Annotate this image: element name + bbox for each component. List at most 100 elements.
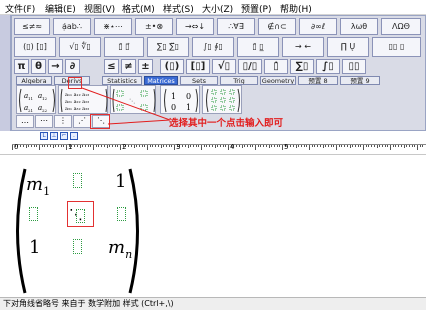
ruler-tick: [90, 145, 92, 147]
ruler-tick: [174, 145, 175, 150]
ruler-tick: [327, 145, 329, 147]
ruler-tick: [373, 145, 375, 147]
placeholder-r2c1[interactable]: [29, 207, 38, 221]
ruler-tick: [306, 145, 308, 147]
ruler-tick: [290, 145, 292, 147]
ruler-tick: [422, 145, 424, 147]
ruler-tick: [344, 145, 346, 147]
ruler-tick: [28, 145, 30, 147]
ruler-tick: [292, 145, 294, 147]
ruler-tick: [57, 145, 59, 147]
ruler-tick: [114, 145, 116, 147]
ruler-tick: [392, 145, 394, 147]
ruler-tick: [387, 145, 389, 147]
ruler-tick: [155, 145, 157, 147]
ruler-tick: [203, 145, 205, 147]
ruler-tick: [249, 145, 251, 147]
tab-stop-center-icon[interactable]: ⊥: [50, 132, 58, 140]
tab-stop-decimal-icon[interactable]: .: [70, 132, 78, 140]
ruler-tick: [55, 145, 57, 147]
ruler-tick: [268, 145, 270, 148]
ruler-number: 0: [14, 143, 19, 151]
annotation-text: 选择其中一个点击输入即可: [169, 118, 284, 129]
ruler-tick: [160, 145, 162, 148]
ruler-tick: [187, 145, 189, 148]
ruler-tick: [74, 145, 76, 147]
equation-editor[interactable]: m1 1 ⋱ 1 mn: [0, 155, 426, 297]
ruler-tick: [408, 145, 410, 147]
ruler-tick: [117, 145, 119, 147]
ruler-tick: [133, 145, 135, 148]
ruler-tick: [403, 145, 405, 148]
ruler-tick: [79, 145, 81, 148]
placeholder-r3c2[interactable]: [73, 239, 82, 254]
ruler-number: 1: [68, 143, 73, 151]
ruler-tick: [352, 145, 354, 147]
ruler-tick: [376, 145, 378, 148]
ruler[interactable]: 0 1 2 3 4 5: [12, 143, 426, 154]
ruler-tick: [252, 145, 254, 147]
ruler-tick: [265, 145, 267, 147]
ruler-tick: [330, 145, 332, 147]
ruler-tick: [171, 145, 173, 147]
ruler-tick: [192, 145, 194, 147]
ruler-number: 3: [176, 143, 181, 151]
ruler-tick: [109, 145, 111, 147]
ruler-tick: [211, 145, 213, 147]
ruler-tick: [168, 145, 170, 147]
ruler-tick: [44, 145, 46, 147]
ruler-tick: [201, 145, 202, 150]
ruler-tick: [66, 145, 67, 150]
ruler-tick: [309, 145, 310, 150]
ruler-tick: [368, 145, 370, 147]
ruler-tick: [411, 145, 413, 147]
ruler-tick: [263, 145, 265, 147]
ruler-tick: [276, 145, 278, 147]
ruler-tick: [128, 145, 130, 147]
ruler-tick: [84, 145, 86, 147]
ruler-tick: [238, 145, 240, 147]
ruler-tick: [98, 145, 100, 147]
ruler-tick: [303, 145, 305, 147]
ruler-tick: [341, 145, 343, 147]
status-bar: 下对角线省略号 来自于 数学附加 样式 (Ctrl+,\): [0, 297, 426, 310]
m1-base: m: [26, 174, 44, 195]
ruler-tick: [184, 145, 186, 147]
ruler-tick: [60, 145, 62, 147]
ruler-tick: [279, 145, 281, 147]
ruler-tick: [338, 145, 340, 147]
ruler-tick: [360, 145, 362, 147]
ruler-tick: [295, 145, 297, 148]
placeholder-r2c2[interactable]: [76, 209, 85, 223]
ruler-tick: [349, 145, 351, 148]
ruler-tick: [390, 145, 391, 150]
mn-subscript: n: [125, 248, 133, 261]
tab-stop-right-icon[interactable]: ⌐: [60, 132, 68, 140]
ruler-tick: [365, 145, 367, 147]
ruler-tick: [354, 145, 356, 147]
ruler-area: L ⊥ ⌐ . 0 1 2 3 4 5: [0, 131, 426, 155]
placeholder-r1c2[interactable]: [73, 173, 82, 188]
ruler-tick: [12, 145, 13, 150]
ruler-tick: [33, 145, 35, 147]
ruler-tick: [106, 145, 108, 148]
ruler-tick: [138, 145, 140, 147]
placeholder-r2c3[interactable]: [117, 207, 126, 221]
tab-stop-left-icon[interactable]: L: [40, 132, 48, 140]
ruler-tick: [47, 145, 49, 147]
ruler-tick: [336, 145, 337, 150]
ruler-tick: [311, 145, 313, 147]
ruler-tick: [36, 145, 38, 147]
ruler-tick: [76, 145, 78, 147]
ruler-tick: [195, 145, 197, 147]
matrix-entry-m1: m1: [26, 174, 50, 198]
matrix-entry-r3c1: 1: [29, 237, 41, 258]
ruler-tick: [120, 145, 121, 150]
ruler-tick: [417, 145, 418, 150]
ruler-tick: [395, 145, 397, 147]
ruler-tick: [419, 145, 421, 147]
ruler-tick: [152, 145, 154, 147]
ruler-tick: [147, 145, 148, 150]
ruler-tick: [257, 145, 259, 147]
ruler-tick: [228, 145, 229, 150]
